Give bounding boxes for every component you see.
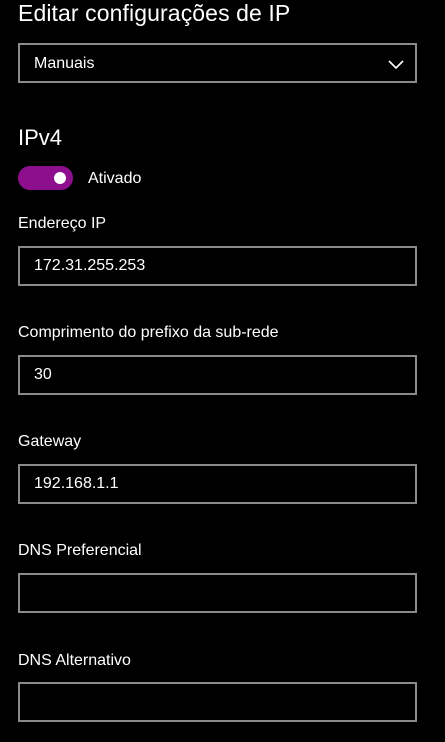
ip-address-input[interactable] [18, 246, 417, 286]
ip-address-label: Endereço IP [18, 215, 107, 232]
toggle-knob [54, 172, 66, 184]
ip-mode-selected-value: Manuais [34, 55, 95, 72]
ipv4-toggle-label: Ativado [88, 170, 142, 187]
gateway-input[interactable] [18, 464, 417, 504]
ipv4-section-title: IPv4 [18, 125, 63, 150]
dns-preferred-label: DNS Preferencial [18, 542, 142, 559]
gateway-label: Gateway [18, 433, 82, 450]
subnet-prefix-label: Comprimento do prefixo da sub-rede [18, 324, 279, 341]
ip-mode-dropdown[interactable]: Manuais [18, 43, 417, 83]
dns-alternate-label: DNS Alternativo [18, 652, 131, 669]
dns-preferred-input[interactable] [18, 573, 417, 613]
dialog-title: Editar configurações de IP [18, 0, 291, 26]
subnet-prefix-input[interactable] [18, 355, 417, 395]
chevron-down-icon [388, 60, 404, 70]
ipv4-toggle[interactable] [18, 166, 73, 190]
dns-alternate-input[interactable] [18, 682, 417, 722]
